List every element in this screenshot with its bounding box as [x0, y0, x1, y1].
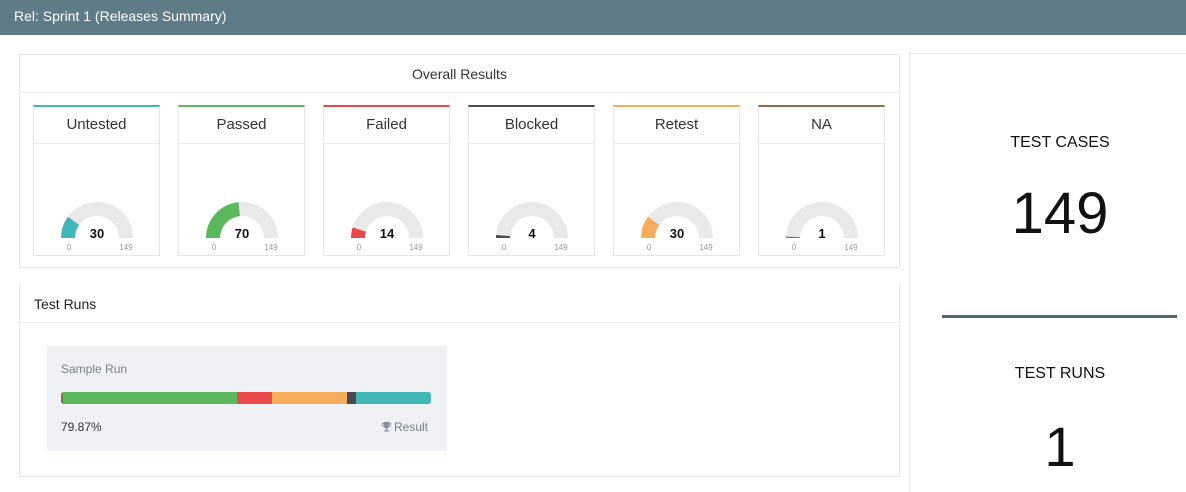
status-card-title: Blocked	[469, 107, 594, 144]
status-card-title: Failed	[324, 107, 449, 144]
result-label[interactable]: Result	[394, 420, 428, 434]
gauge-min: 0	[357, 243, 362, 252]
result-link[interactable]: Result	[381, 420, 428, 434]
test-runs-title: Test Runs	[20, 285, 899, 323]
run-segment-retest	[272, 392, 347, 404]
status-card-blocked: Blocked 4 0 149	[468, 105, 595, 256]
run-segment-failed	[237, 392, 273, 404]
run-card[interactable]: Sample Run 79.87% Result	[47, 346, 447, 451]
gauge-min: 0	[212, 243, 217, 252]
gauge-min: 0	[502, 243, 507, 252]
run-segment-passed	[63, 392, 238, 404]
gauge-value: 14	[380, 226, 395, 241]
test-runs-panel: Test Runs Sample Run 79.87% Result	[19, 285, 900, 477]
test-cases-label: TEST CASES	[1010, 134, 1110, 151]
gauge-max: 149	[844, 243, 858, 252]
gauge-na: 1 0 149	[786, 202, 858, 252]
overall-results-title: Overall Results	[20, 55, 899, 93]
status-card-untested: Untested 30 0 149	[33, 105, 160, 256]
gauge-min: 0	[67, 243, 72, 252]
gauge-min: 0	[792, 243, 797, 252]
gauge-failed: 14 0 149	[351, 202, 423, 252]
test-runs-label: TEST RUNS	[1014, 365, 1106, 382]
summary-divider	[942, 315, 1177, 318]
run-progress-bar	[61, 392, 431, 404]
trophy-icon	[381, 421, 392, 432]
gauge-max: 149	[409, 243, 423, 252]
summary-panel: TEST CASES 149 TEST RUNS 1	[909, 53, 1186, 492]
status-card-na: NA 1 0 149	[758, 105, 885, 256]
overall-results-panel: Overall Results Untested 30 0 149 Passed 70 0 1…	[19, 54, 900, 268]
gauge-max: 149	[119, 243, 133, 252]
status-card-title: NA	[759, 107, 884, 144]
gauge-value: 30	[90, 226, 104, 241]
gauge-retest: 30 0 149	[641, 202, 713, 252]
run-percent: 79.87%	[61, 420, 102, 434]
status-card-title: Untested	[34, 107, 159, 144]
gauge-max: 149	[554, 243, 568, 252]
gauge-blocked: 4 0 149	[496, 202, 568, 252]
status-card-title: Retest	[614, 107, 739, 144]
gauge-min: 0	[647, 243, 652, 252]
status-card-passed: Passed 70 0 149	[178, 105, 305, 256]
gauge-value: 4	[528, 226, 536, 241]
page-header: Rel: Sprint 1 (Releases Summary)	[0, 0, 1186, 35]
run-name[interactable]: Sample Run	[61, 362, 127, 376]
run-segment-blocked	[346, 392, 357, 404]
status-card-title: Passed	[179, 107, 304, 144]
test-runs-count: 1	[1044, 415, 1076, 478]
gauge-value: 1	[818, 226, 825, 241]
gauge-value: 30	[670, 226, 684, 241]
gauge-passed: 70 0 149	[206, 202, 278, 252]
status-card-retest: Retest 30 0 149	[613, 105, 740, 256]
gauge-value: 70	[235, 226, 249, 241]
run-segment-untested	[356, 392, 431, 404]
gauge-max: 149	[699, 243, 713, 252]
status-card-failed: Failed 14 0 149	[323, 105, 450, 256]
gauge-untested: 30 0 149	[61, 202, 133, 252]
gauge-max: 149	[264, 243, 278, 252]
test-cases-count: 149	[1011, 181, 1109, 246]
page-title: Rel: Sprint 1 (Releases Summary)	[14, 8, 227, 24]
